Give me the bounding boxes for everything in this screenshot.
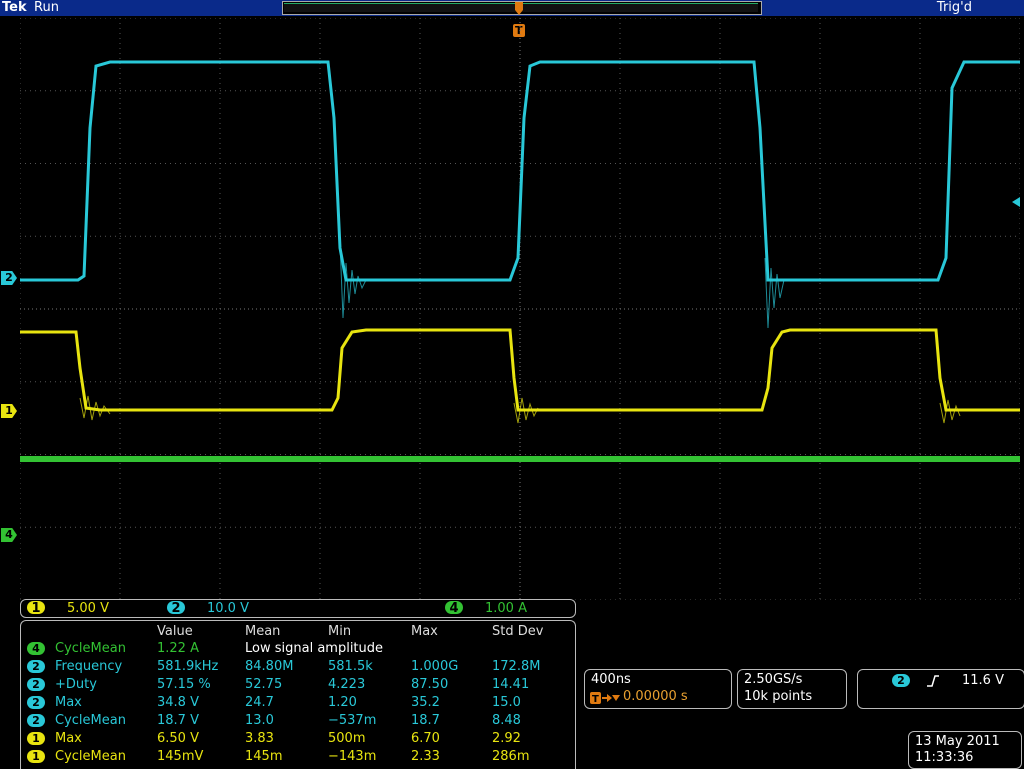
measurement-stddev: 172.8M bbox=[492, 659, 541, 674]
col-header-mean: Mean bbox=[245, 624, 281, 639]
record-length: 10k points bbox=[744, 689, 813, 704]
measurement-mean: 3.83 bbox=[245, 731, 274, 746]
measurement-max: 6.70 bbox=[411, 731, 440, 746]
col-header-value: Value bbox=[157, 624, 193, 639]
col-header-stddev: Std Dev bbox=[492, 624, 544, 639]
measurement-min: −143m bbox=[328, 749, 377, 764]
datetime-panel: 13 May 2011 11:33:36 bbox=[908, 731, 1022, 769]
measurement-stddev: 8.48 bbox=[492, 713, 521, 728]
channel-badge: 2 bbox=[27, 678, 45, 691]
measurement-value: 34.8 V bbox=[157, 695, 199, 710]
measurement-value: 6.50 V bbox=[157, 731, 199, 746]
measurement-value: 18.7 V bbox=[157, 713, 199, 728]
measurement-max: 35.2 bbox=[411, 695, 440, 710]
date-display: 13 May 2011 bbox=[915, 734, 1000, 749]
measurement-min: 4.223 bbox=[328, 677, 366, 692]
measurement-min: −537m bbox=[328, 713, 377, 728]
ch1-ground-marker[interactable]: 1 bbox=[1, 404, 17, 418]
measurement-mean: 145m bbox=[245, 749, 283, 764]
waveform-display[interactable] bbox=[20, 18, 1020, 600]
measurement-value: 145mV bbox=[157, 749, 204, 764]
ch4-scale[interactable]: 1.00 A bbox=[485, 601, 527, 616]
measurement-name: CycleMean bbox=[55, 641, 126, 656]
trigger-source-badge: 2 bbox=[892, 674, 910, 687]
acquisition-panel[interactable]: 2.50GS/s 10k points bbox=[737, 669, 847, 709]
measurement-mean: 13.0 bbox=[245, 713, 274, 728]
measurement-name: Max bbox=[55, 695, 82, 710]
horizontal-position: 0.00000 s bbox=[623, 689, 688, 704]
channel-scale-bar: 1 5.00 V 2 10.0 V 4 1.00 A bbox=[20, 599, 576, 618]
col-header-max: Max bbox=[411, 624, 438, 639]
ch1-scale[interactable]: 5.00 V bbox=[67, 601, 109, 616]
trigger-level: 11.6 V bbox=[962, 673, 1004, 688]
measurement-stddev: 2.92 bbox=[492, 731, 521, 746]
ch2-ringing bbox=[339, 242, 785, 329]
run-state[interactable]: Run bbox=[34, 0, 59, 16]
ch2-scale[interactable]: 10.0 V bbox=[207, 601, 249, 616]
measurement-row[interactable]: 1 CycleMean 145mV 145m −143m 2.33 286m bbox=[21, 748, 575, 766]
measurement-stddev: 15.0 bbox=[492, 695, 521, 710]
ch2-ground-marker[interactable]: 2 bbox=[1, 271, 17, 285]
ch1-badge[interactable]: 1 bbox=[27, 601, 45, 616]
measurement-name: CycleMean bbox=[55, 713, 126, 728]
sample-rate: 2.50GS/s bbox=[744, 672, 803, 687]
trigger-status: Trig'd bbox=[936, 0, 972, 15]
channel-badge: 2 bbox=[27, 696, 45, 709]
channel-badge: 1 bbox=[27, 732, 45, 745]
channel-badge: 2 bbox=[27, 714, 45, 727]
ch2-badge[interactable]: 2 bbox=[167, 601, 185, 616]
timebase-panel[interactable]: 400ns T 0.00000 s bbox=[584, 669, 732, 709]
measurement-mean: 52.75 bbox=[245, 677, 283, 692]
measurement-row[interactable]: 2 +Duty 57.15 % 52.75 4.223 87.50 14.41 bbox=[21, 676, 575, 694]
ch4-ground-marker[interactable]: 4 bbox=[1, 528, 17, 542]
measurement-max: 18.7 bbox=[411, 713, 440, 728]
measurement-mean: 84.80M bbox=[245, 659, 294, 674]
measurement-value: 57.15 % bbox=[157, 677, 211, 692]
trigger-level-icon[interactable] bbox=[1010, 196, 1022, 208]
channel-badge: 1 bbox=[27, 750, 45, 763]
measurement-max: 87.50 bbox=[411, 677, 449, 692]
measurement-row[interactable]: 1 Max 6.50 V 3.83 500m 6.70 2.92 bbox=[21, 730, 575, 748]
channel-badge: 4 bbox=[27, 642, 45, 655]
measurement-name: Frequency bbox=[55, 659, 123, 674]
measurement-mean: 24.7 bbox=[245, 695, 274, 710]
measurement-name: +Duty bbox=[55, 677, 97, 692]
measurements-panel[interactable]: Value Mean Min Max Std Dev 4 CycleMean 1… bbox=[20, 620, 576, 769]
measurement-note: Low signal amplitude bbox=[245, 641, 384, 656]
measurement-stddev: 14.41 bbox=[492, 677, 530, 692]
rising-edge-icon bbox=[927, 675, 939, 687]
measurement-value: 1.22 A bbox=[157, 641, 199, 656]
svg-text:T: T bbox=[592, 694, 599, 705]
measurement-name: CycleMean bbox=[55, 749, 126, 764]
horizontal-scale: 400ns bbox=[591, 672, 631, 687]
measurement-value: 581.9kHz bbox=[157, 659, 219, 674]
measurement-name: Max bbox=[55, 731, 82, 746]
measurement-row[interactable]: 4 CycleMean 1.22 A Low signal amplitude bbox=[21, 640, 575, 658]
col-header-min: Min bbox=[328, 624, 352, 639]
measurement-min: 1.20 bbox=[328, 695, 357, 710]
trigger-delay-icon: T bbox=[590, 690, 620, 705]
measurement-min: 581.5k bbox=[328, 659, 373, 674]
measurement-max: 2.33 bbox=[411, 749, 440, 764]
measurement-row[interactable]: 2 Frequency 581.9kHz 84.80M 581.5k 1.000… bbox=[21, 658, 575, 676]
measurement-row[interactable]: 2 Max 34.8 V 24.7 1.20 35.2 15.0 bbox=[21, 694, 575, 712]
trigger-panel[interactable]: 2 11.6 V bbox=[857, 669, 1024, 709]
time-display: 11:33:36 bbox=[915, 750, 974, 765]
ch4-badge[interactable]: 4 bbox=[445, 601, 463, 616]
measurement-stddev: 286m bbox=[492, 749, 530, 764]
measurement-min: 500m bbox=[328, 731, 366, 746]
channel-badge: 2 bbox=[27, 660, 45, 673]
measurement-row[interactable]: 2 CycleMean 18.7 V 13.0 −537m 18.7 8.48 bbox=[21, 712, 575, 730]
measurement-max: 1.000G bbox=[411, 659, 459, 674]
brand-logo: Tek bbox=[2, 0, 27, 15]
